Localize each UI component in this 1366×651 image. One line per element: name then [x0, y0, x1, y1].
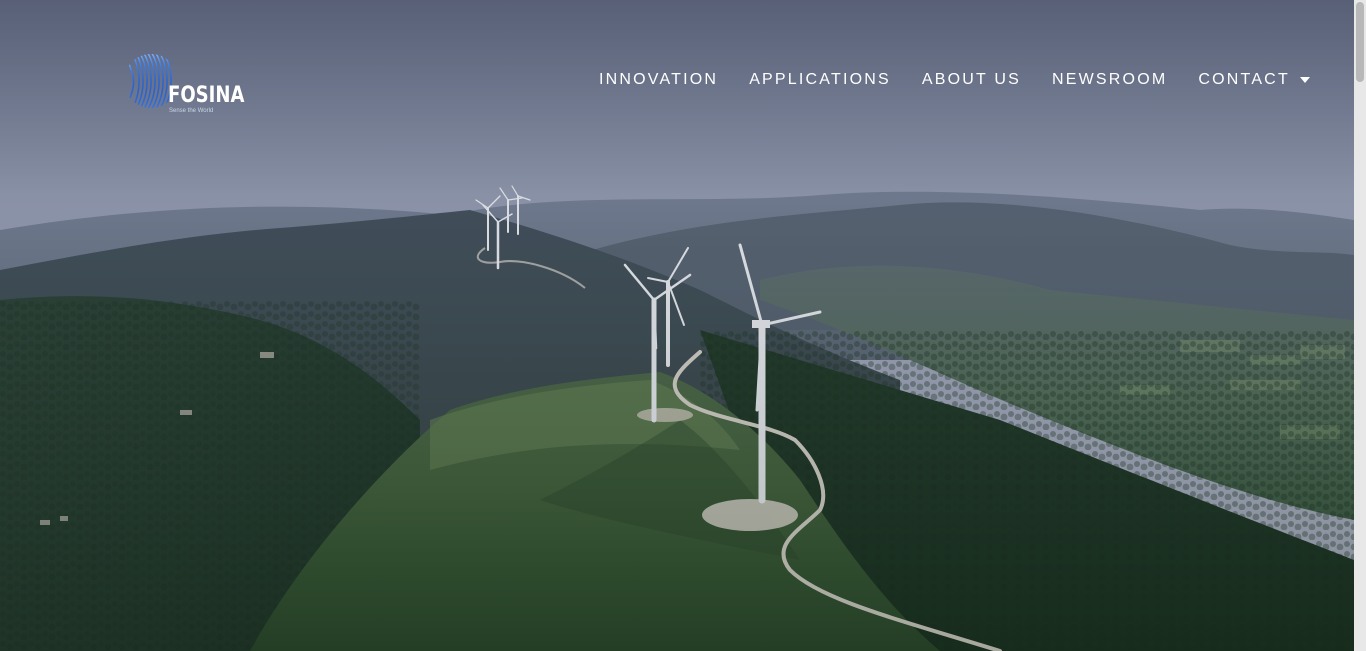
caret-down-icon — [1299, 77, 1310, 83]
nav-item-label: NEWSROOM — [1052, 71, 1168, 88]
nav-item-label: ABOUT US — [921, 71, 1021, 88]
nav-item-label: APPLICATIONS — [749, 71, 891, 88]
nav-item-about-us[interactable]: ABOUT US — [922, 71, 1021, 89]
scrollbar-thumb[interactable] — [1356, 2, 1364, 82]
page-scrollbar[interactable] — [1354, 0, 1366, 651]
nav-item-innovation[interactable]: INNOVATION — [599, 71, 718, 89]
nav-item-newsroom[interactable]: NEWSROOM — [1052, 71, 1167, 89]
brand-name: FOSINA — [168, 83, 245, 108]
nav-item-label: CONTACT — [1198, 71, 1290, 88]
nav-item-applications[interactable]: APPLICATIONS — [749, 71, 891, 89]
main-navigation: INNOVATION APPLICATIONS ABOUT US NEWSROO… — [599, 69, 1310, 91]
brand-logo[interactable]: FOSINA Sense the World — [124, 48, 244, 118]
hero-section: FOSINA Sense the World INNOVATION APPLIC… — [0, 0, 1354, 651]
brand-tagline: Sense the World — [169, 108, 214, 114]
nav-item-label: INNOVATION — [599, 71, 719, 88]
nav-item-contact[interactable]: CONTACT — [1198, 71, 1310, 89]
